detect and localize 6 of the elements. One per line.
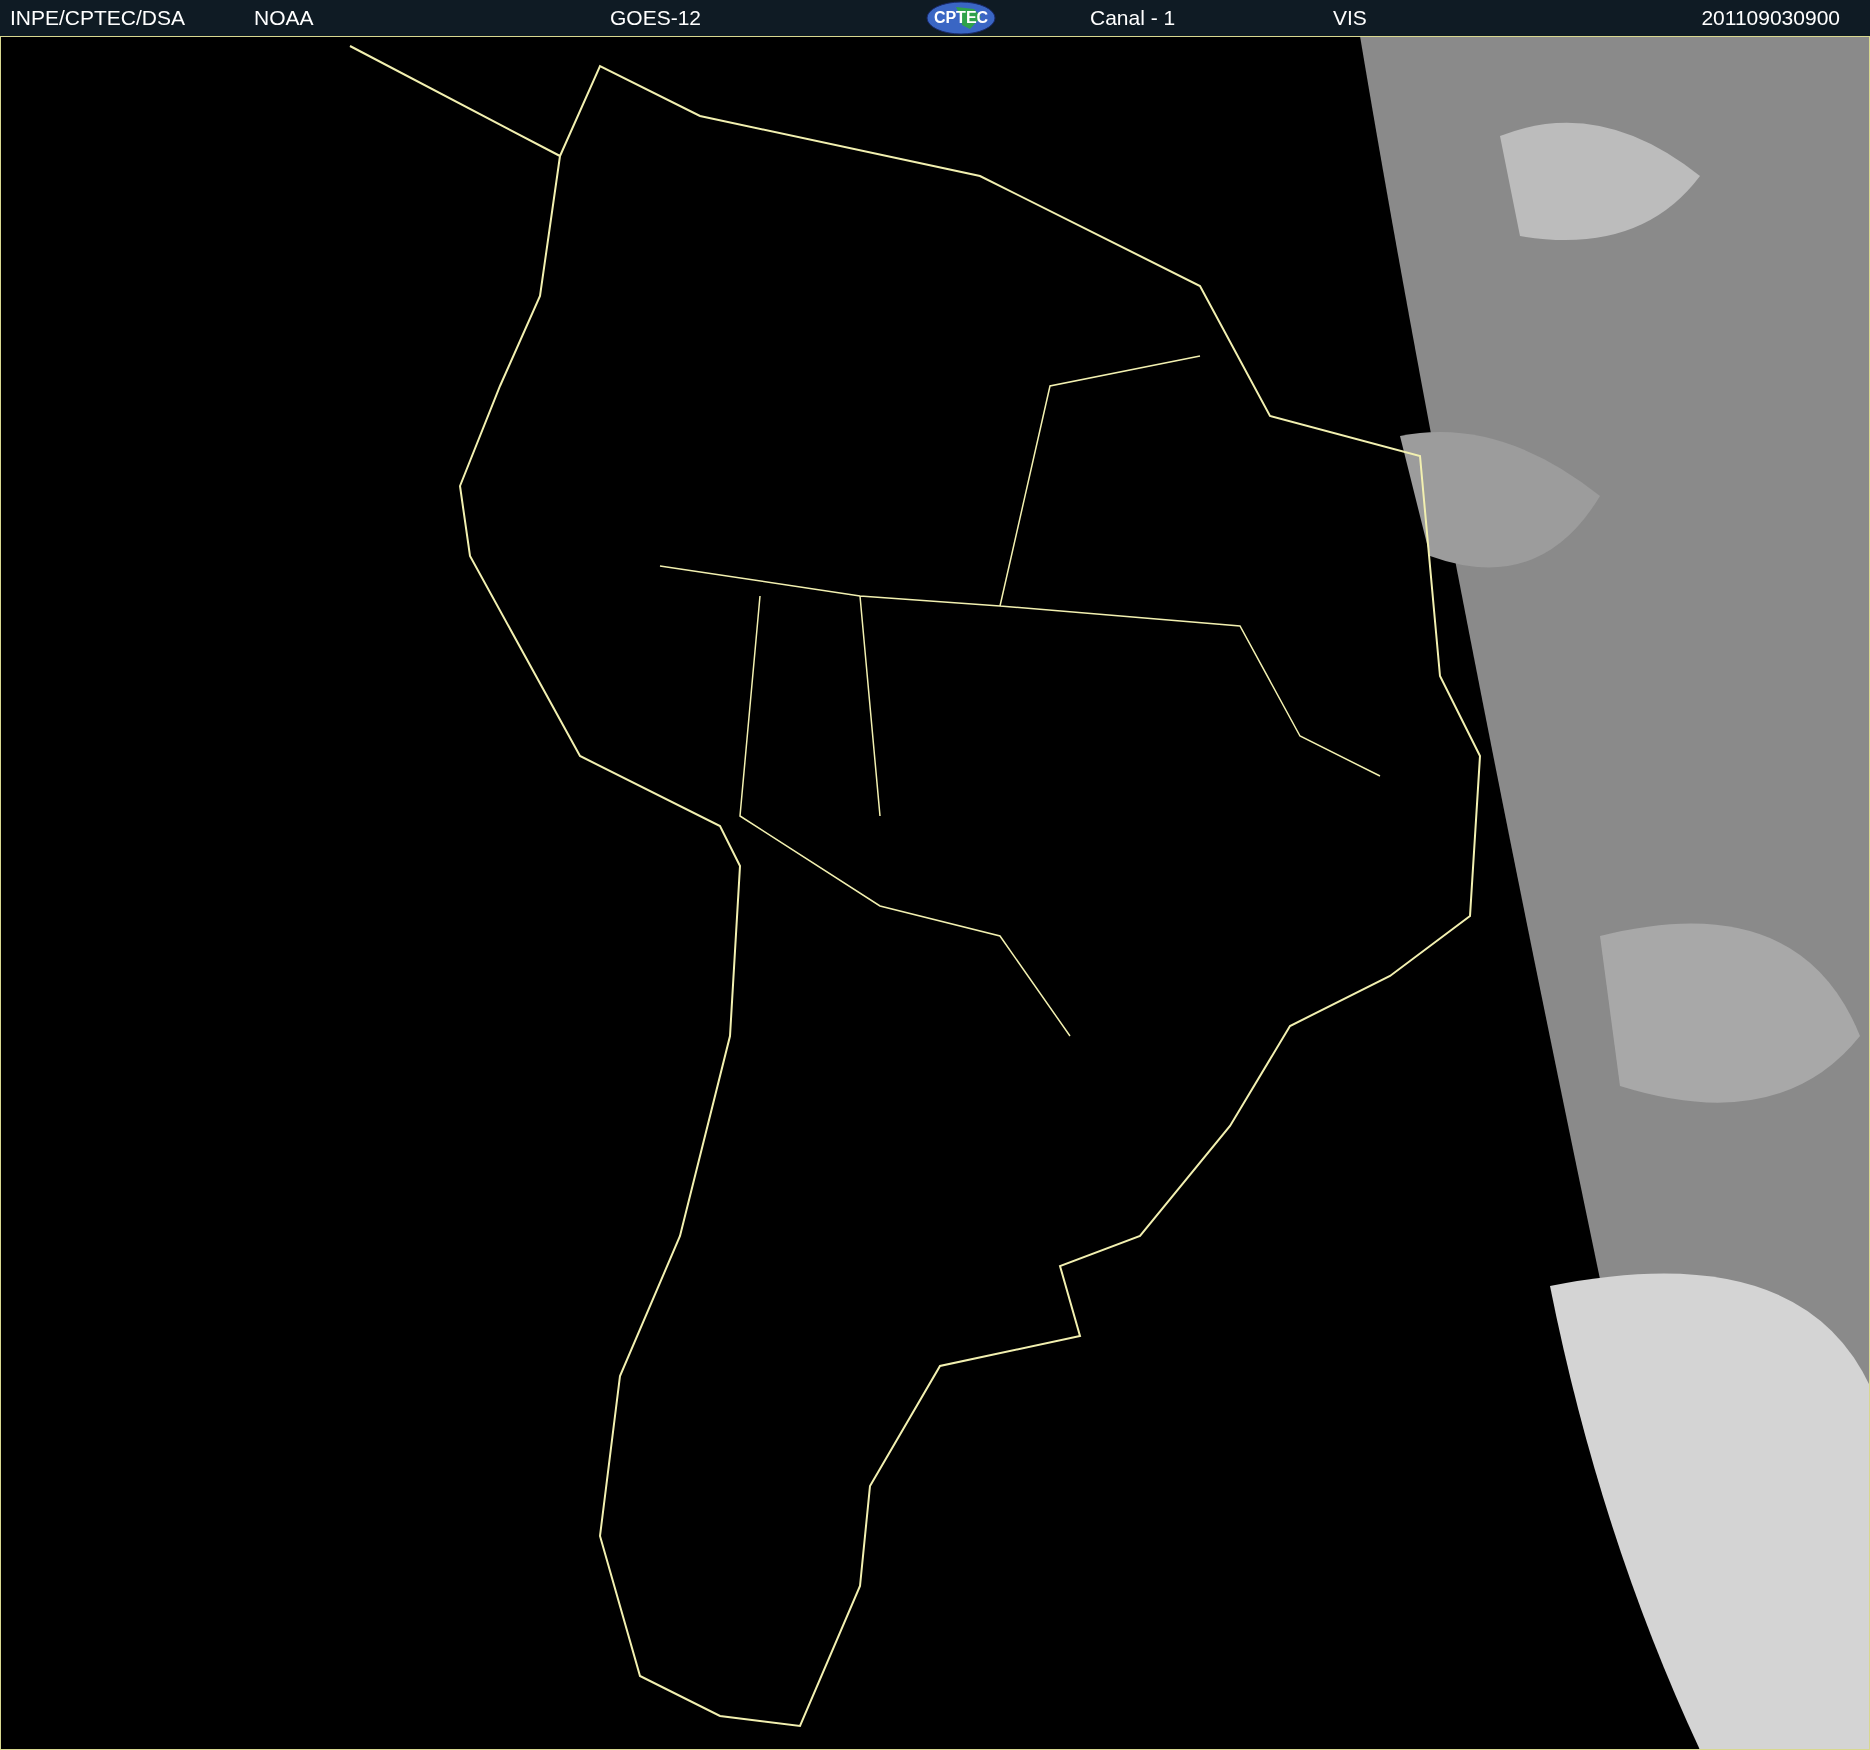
timestamp-label: 201109030900 bbox=[1701, 6, 1840, 30]
agency-label: NOAA bbox=[254, 6, 314, 30]
band-label: VIS bbox=[1333, 6, 1367, 30]
satellite-label: GOES-12 bbox=[610, 6, 702, 30]
source-label: INPE/CPTEC/DSA bbox=[10, 6, 186, 30]
channel-label: Canal - 1 bbox=[1090, 6, 1176, 30]
